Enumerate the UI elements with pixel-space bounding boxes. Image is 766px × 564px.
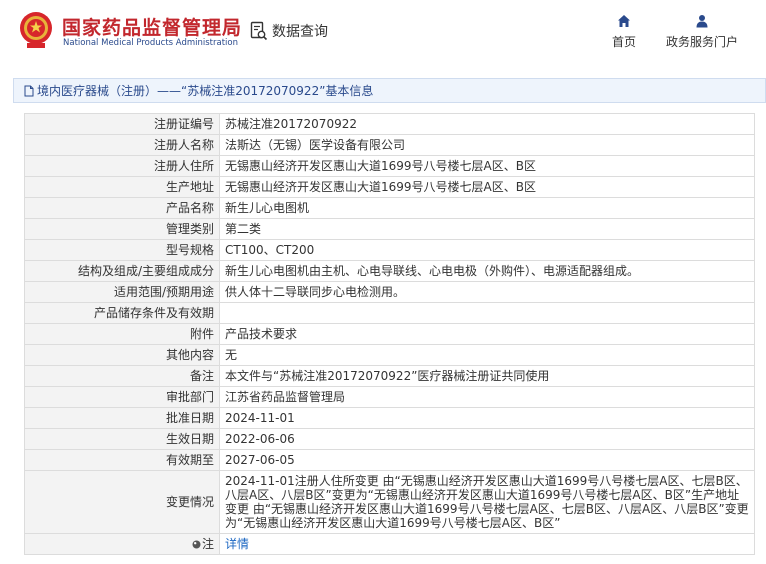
table-row: 有效期至 2027-06-05 [24, 449, 755, 471]
table-row: 附件 产品技术要求 [24, 323, 755, 345]
field-label: 型号规格 [24, 239, 220, 261]
note-value-cell: 详情 [219, 533, 755, 555]
nav-home[interactable]: 首页 [612, 14, 636, 50]
table-row: 生效日期 2022-06-06 [24, 428, 755, 450]
table-row: 产品储存条件及有效期 [24, 302, 755, 324]
field-label: 注册人住所 [24, 155, 220, 177]
field-label: 附件 [24, 323, 220, 345]
table-row: 生产地址 无锡惠山经济开发区惠山大道1699号八号楼七层A区、B区 [24, 176, 755, 198]
field-value: 新生儿心电图机 [219, 197, 755, 219]
table-row: 型号规格 CT100、CT200 [24, 239, 755, 261]
field-label: 适用范围/预期用途 [24, 281, 220, 303]
field-label: 变更情况 [24, 470, 220, 534]
field-label: 批准日期 [24, 407, 220, 429]
table-row: 结构及组成/主要组成成分 新生儿心电图机由主机、心电导联线、心电电极（外购件）、电… [24, 260, 755, 282]
field-value: 江苏省药品监督管理局 [219, 386, 755, 408]
field-value: 苏械注准20172070922 [219, 113, 755, 135]
field-value: 无锡惠山经济开发区惠山大道1699号八号楼七层A区、B区 [219, 176, 755, 198]
table-row: 管理类别 第二类 [24, 218, 755, 240]
field-value: 新生儿心电图机由主机、心电导联线、心电电极（外购件）、电源适配器组成。 [219, 260, 755, 282]
note-label-cell: 注 [24, 533, 220, 555]
table-row: 变更情况 2024-11-01注册人住所变更 由“无锡惠山经济开发区惠山大道169… [24, 470, 755, 534]
site-header: 国家药品监督管理局 National Medical Products Admi… [0, 0, 766, 64]
table-row-note: 注详情 [24, 533, 755, 555]
field-value: 法斯达（无锡）医学设备有限公司 [219, 134, 755, 156]
table-row: 适用范围/预期用途 供人体十二导联同步心电检测用。 [24, 281, 755, 303]
nav-service-portal[interactable]: 政务服务门户 [666, 14, 738, 50]
national-emblem-icon [20, 12, 52, 48]
document-icon [24, 85, 34, 96]
field-label: 注册证编号 [24, 113, 220, 135]
data-query-link[interactable]: 数据查询 [250, 20, 328, 42]
site-title-en: National Medical Products Administration [63, 38, 238, 48]
field-value: 2027-06-05 [219, 449, 755, 471]
table-row: 其他内容无 [24, 344, 755, 366]
field-value: 第二类 [219, 218, 755, 240]
table-row: 审批部门 江苏省药品监督管理局 [24, 386, 755, 408]
field-value: 2024-11-01注册人住所变更 由“无锡惠山经济开发区惠山大道1699号八号… [219, 470, 755, 534]
home-icon [618, 15, 630, 27]
field-label: 产品储存条件及有效期 [24, 302, 220, 324]
field-value: 本文件与“苏械注准20172070922”医疗器械注册证共同使用 [219, 365, 755, 387]
breadcrumb: 境内医疗器械（注册）——“苏械注准20172070922”基本信息 [13, 78, 766, 103]
field-label: 审批部门 [24, 386, 220, 408]
field-value: CT100、CT200 [219, 239, 755, 261]
user-icon [696, 15, 708, 28]
registration-info-table: 注册证编号 苏械注准20172070922 注册人名称 法斯达（无锡）医学设备有限公司… [24, 113, 755, 555]
field-value [219, 302, 755, 324]
document-search-icon [250, 21, 268, 41]
data-query-label: 数据查询 [272, 24, 328, 40]
nav-service-portal-label: 政务服务门户 [666, 35, 739, 49]
field-value: 2024-11-01 [219, 407, 755, 429]
table-row: 注册证编号 苏械注准20172070922 [24, 113, 755, 135]
table-row: 批准日期 2024-11-01 [24, 407, 755, 429]
table-row: 产品名称 新生儿心电图机 [24, 197, 755, 219]
note-label: 注 [201, 537, 214, 551]
field-label: 有效期至 [24, 449, 220, 471]
table-row: 注册人名称 法斯达（无锡）医学设备有限公司 [24, 134, 755, 156]
details-link[interactable]: 详情 [225, 537, 249, 551]
info-dot-icon [192, 540, 201, 549]
nav-home-label: 首页 [612, 35, 637, 49]
field-label: 生产地址 [24, 176, 220, 198]
field-label: 备注 [24, 365, 220, 387]
field-value: 2022-06-06 [219, 428, 755, 450]
field-label: 注册人名称 [24, 134, 220, 156]
field-label: 其他内容 [24, 344, 220, 366]
table-row: 备注 本文件与“苏械注准20172070922”医疗器械注册证共同使用 [24, 365, 755, 387]
site-title[interactable]: 国家药品监督管理局 [62, 13, 242, 40]
field-value: 产品技术要求 [219, 323, 755, 345]
field-label: 产品名称 [24, 197, 220, 219]
table-row: 注册人住所 无锡惠山经济开发区惠山大道1699号八号楼七层A区、B区 [24, 155, 755, 177]
field-label: 生效日期 [24, 428, 220, 450]
field-value: 无 [219, 344, 755, 366]
field-value: 无锡惠山经济开发区惠山大道1699号八号楼七层A区、B区 [219, 155, 755, 177]
field-label: 结构及组成/主要组成成分 [24, 260, 220, 282]
breadcrumb-text: 境内医疗器械（注册）——“苏械注准20172070922”基本信息 [37, 84, 374, 98]
field-value: 供人体十二导联同步心电检测用。 [219, 281, 755, 303]
field-label: 管理类别 [24, 218, 220, 240]
